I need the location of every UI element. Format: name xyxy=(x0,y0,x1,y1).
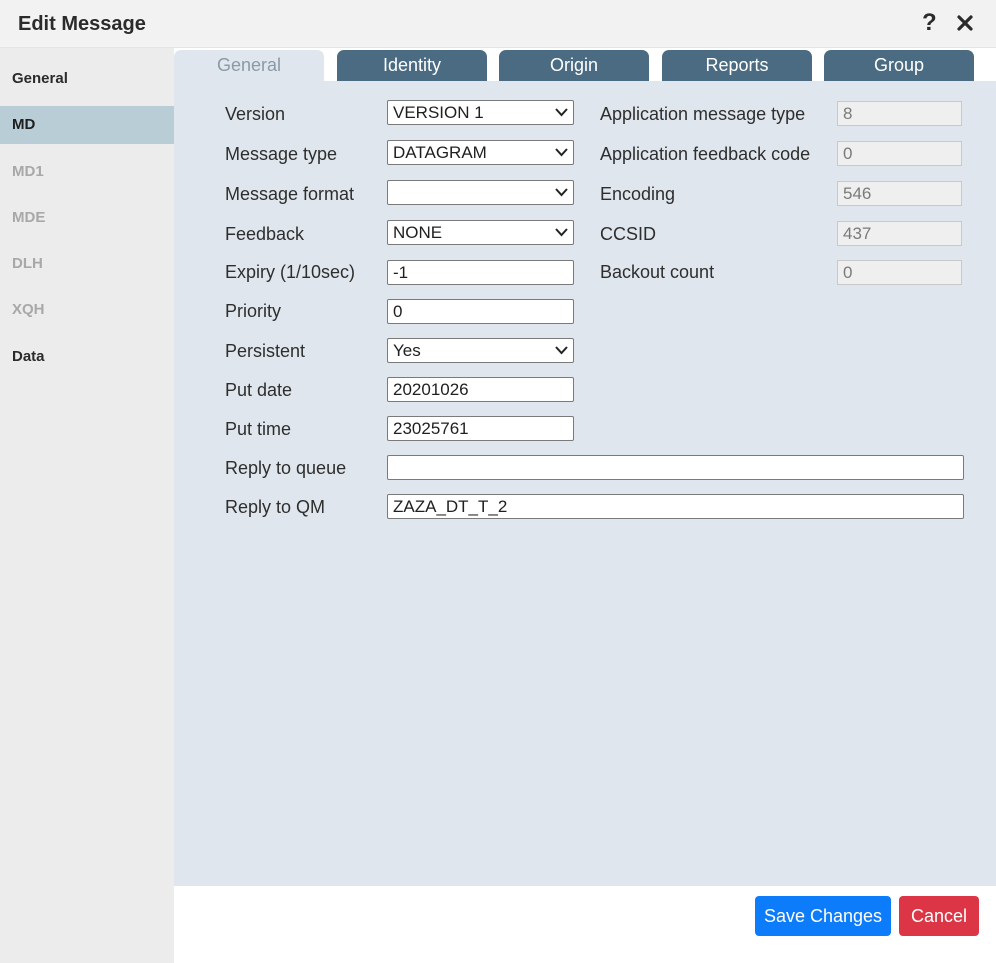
app-feedback-code-label: Application feedback code xyxy=(600,144,811,164)
expiry-input[interactable]: -1 xyxy=(387,260,574,285)
tab-origin[interactable]: Origin xyxy=(499,50,649,81)
feedback-value: NONE xyxy=(393,223,443,242)
version-select[interactable]: VERSION 1 xyxy=(387,100,574,125)
app-message-type-field: 8 xyxy=(837,101,962,126)
close-icon[interactable] xyxy=(956,13,974,33)
chevron-down-icon xyxy=(555,148,568,157)
cancel-button[interactable]: Cancel xyxy=(899,896,979,936)
tab-group[interactable]: Group xyxy=(824,50,974,81)
backout-count-field: 0 xyxy=(837,260,962,285)
reply-to-qm-label: Reply to QM xyxy=(225,497,326,517)
chevron-down-icon xyxy=(555,346,568,355)
app-feedback-code-field: 0 xyxy=(837,141,962,166)
save-changes-button[interactable]: Save Changes xyxy=(755,896,891,936)
put-date-input[interactable]: 20201026 xyxy=(387,377,574,402)
version-label: Version xyxy=(225,104,286,124)
message-type-label: Message type xyxy=(225,144,338,164)
sidebar-item-mde: MDE xyxy=(12,209,46,226)
tab-identity[interactable]: Identity xyxy=(337,50,487,81)
reply-to-qm-input[interactable]: ZAZA_DT_T_2 xyxy=(387,494,964,519)
sidebar-item-xqh: XQH xyxy=(12,301,45,318)
put-date-label: Put date xyxy=(225,380,293,400)
message-format-select[interactable] xyxy=(387,180,574,205)
encoding-field: 546 xyxy=(837,181,962,206)
sidebar-item-dlh: DLH xyxy=(12,255,43,272)
app-message-type-label: Application message type xyxy=(600,104,806,124)
sidebar-item-data[interactable]: Data xyxy=(0,338,174,376)
put-time-label: Put time xyxy=(225,419,292,439)
dialog-title: Edit Message xyxy=(18,13,146,35)
feedback-select[interactable]: NONE xyxy=(387,220,574,245)
sidebar: General MD MD1 MDE DLH XQH Data xyxy=(0,48,174,963)
message-type-select[interactable]: DATAGRAM xyxy=(387,140,574,165)
md-panel: General Identity Origin Reports Group Ve… xyxy=(174,48,996,886)
feedback-label: Feedback xyxy=(225,224,305,244)
chevron-down-icon xyxy=(555,228,568,237)
chevron-down-icon xyxy=(555,108,568,117)
persistent-value: Yes xyxy=(393,341,421,360)
backout-count-label: Backout count xyxy=(600,262,715,282)
sidebar-item-md[interactable]: MD xyxy=(0,106,174,144)
tab-strip: General Identity Origin Reports Group xyxy=(174,48,996,81)
chevron-down-icon xyxy=(555,188,568,197)
sidebar-item-general[interactable]: General xyxy=(0,60,174,98)
persistent-label: Persistent xyxy=(225,341,306,361)
message-type-value: DATAGRAM xyxy=(393,143,487,162)
dialog-titlebar: Edit Message ? xyxy=(0,0,996,48)
priority-label: Priority xyxy=(225,301,282,321)
ccsid-label: CCSID xyxy=(600,224,657,244)
message-format-label: Message format xyxy=(225,184,355,204)
put-time-input[interactable]: 23025761 xyxy=(387,416,574,441)
tab-reports[interactable]: Reports xyxy=(662,50,812,81)
help-icon[interactable]: ? xyxy=(922,10,937,36)
reply-to-queue-label: Reply to queue xyxy=(225,458,347,478)
expiry-label: Expiry (1/10sec) xyxy=(225,262,356,282)
priority-input[interactable]: 0 xyxy=(387,299,574,324)
sidebar-item-md1: MD1 xyxy=(12,163,44,180)
dialog-footer: Save Changes Cancel xyxy=(174,886,996,963)
persistent-select[interactable]: Yes xyxy=(387,338,574,363)
reply-to-queue-input[interactable] xyxy=(387,455,964,480)
version-value: VERSION 1 xyxy=(393,103,484,122)
tab-general[interactable]: General xyxy=(174,50,324,81)
encoding-label: Encoding xyxy=(600,184,676,204)
ccsid-field: 437 xyxy=(837,221,962,246)
